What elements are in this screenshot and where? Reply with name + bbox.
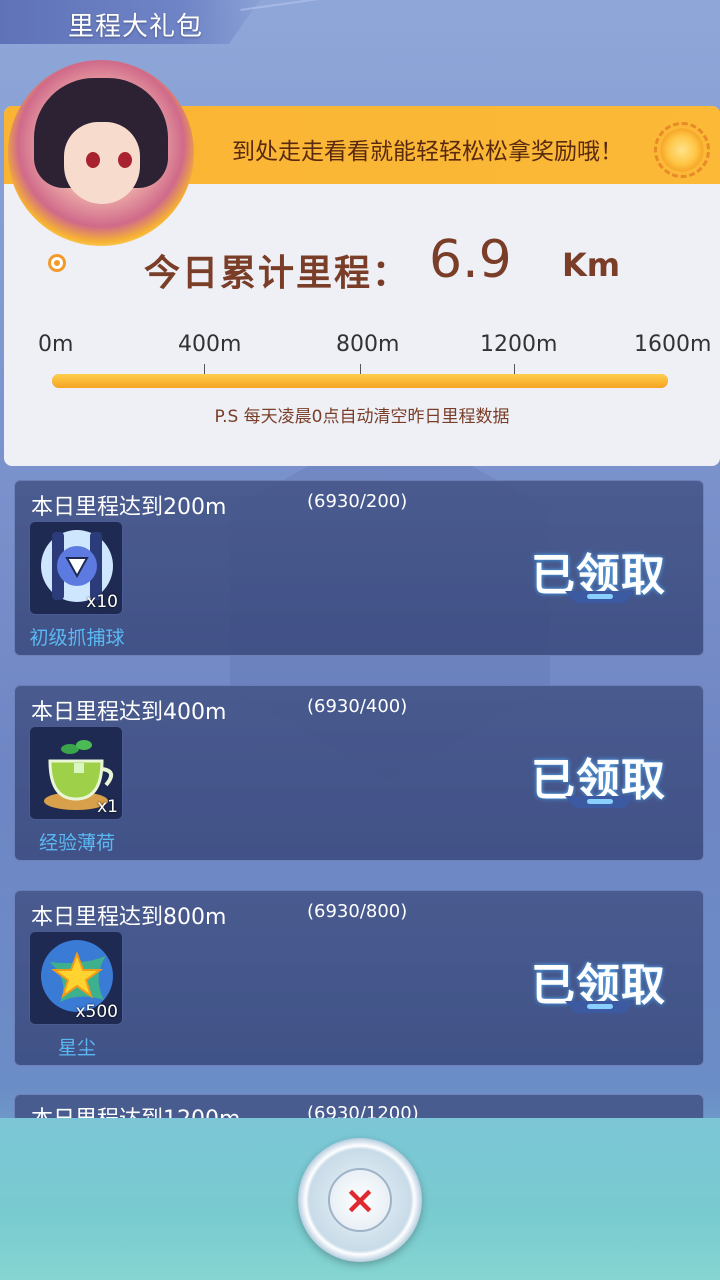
reward-item-slot[interactable]: x500 <box>29 931 123 1025</box>
title-tab: 里程大礼包 <box>0 0 260 44</box>
marker-dot-icon <box>48 254 66 272</box>
tick-mark <box>514 364 515 374</box>
tick-label-1600: 1600m <box>634 332 712 357</box>
banner-text: 到处走走看看就能轻轻松松拿奖励哦！ <box>232 139 623 165</box>
tick-label-1200: 1200m <box>480 332 558 357</box>
claimed-badge: 已领取 <box>525 736 675 808</box>
tick-label-0: 0m <box>38 332 74 357</box>
claimed-badge: 已领取 <box>525 941 675 1013</box>
close-icon: × <box>328 1168 392 1232</box>
reward-item-slot[interactable]: x10 <box>29 521 123 615</box>
close-button[interactable]: × <box>298 1138 422 1262</box>
sun-icon <box>654 122 710 178</box>
reward-title: 本日里程达到200m <box>31 495 227 520</box>
tick-mark <box>204 364 205 374</box>
item-count: x500 <box>75 1002 118 1022</box>
page-title: 里程大礼包 <box>68 12 204 42</box>
claimed-bar-decoration <box>565 1001 635 1013</box>
mileage-progress-bar <box>52 374 668 388</box>
reward-item-slot[interactable]: x1 <box>29 726 123 820</box>
item-count: x1 <box>97 797 118 817</box>
tick-mark <box>360 364 361 374</box>
item-count: x10 <box>86 592 118 612</box>
reward-title: 本日里程达到800m <box>31 905 227 930</box>
tick-label-400: 400m <box>178 332 242 357</box>
reward-card-800m: 本日里程达到800m (6930/800) x500 星尘 已领取 <box>14 890 704 1066</box>
mileage-progress-fill <box>52 374 668 388</box>
reward-card-400m: 本日里程达到400m (6930/400) x1 经验薄荷 已领取 <box>14 685 704 861</box>
reward-title: 本日里程达到400m <box>31 700 227 725</box>
reset-note: P.S 每天凌晨0点自动清空昨日里程数据 <box>214 407 510 427</box>
claimed-bar-decoration <box>565 796 635 808</box>
reward-progress: (6930/800) <box>307 901 408 922</box>
tick-label-800: 800m <box>336 332 400 357</box>
reward-item-name: 经验薄荷 <box>38 832 115 854</box>
total-mileage-label: 今日累计里程： <box>144 253 411 294</box>
reward-item-name: 星尘 <box>57 1037 96 1059</box>
claimed-bar-decoration <box>565 591 635 603</box>
total-mileage-unit: Km <box>562 246 621 284</box>
character-avatar <box>8 60 194 246</box>
claimed-badge: 已领取 <box>525 531 675 603</box>
reward-progress: (6930/200) <box>307 491 408 512</box>
reward-item-name: 初级抓捕球 <box>29 627 125 649</box>
avatar-eye <box>86 152 100 168</box>
total-mileage-value: 6.9 <box>429 230 512 290</box>
avatar-eye <box>118 152 132 168</box>
reward-progress: (6930/400) <box>307 696 408 717</box>
reward-card-200m: 本日里程达到200m (6930/200) x10 初级抓捕球 已领取 <box>14 480 704 656</box>
